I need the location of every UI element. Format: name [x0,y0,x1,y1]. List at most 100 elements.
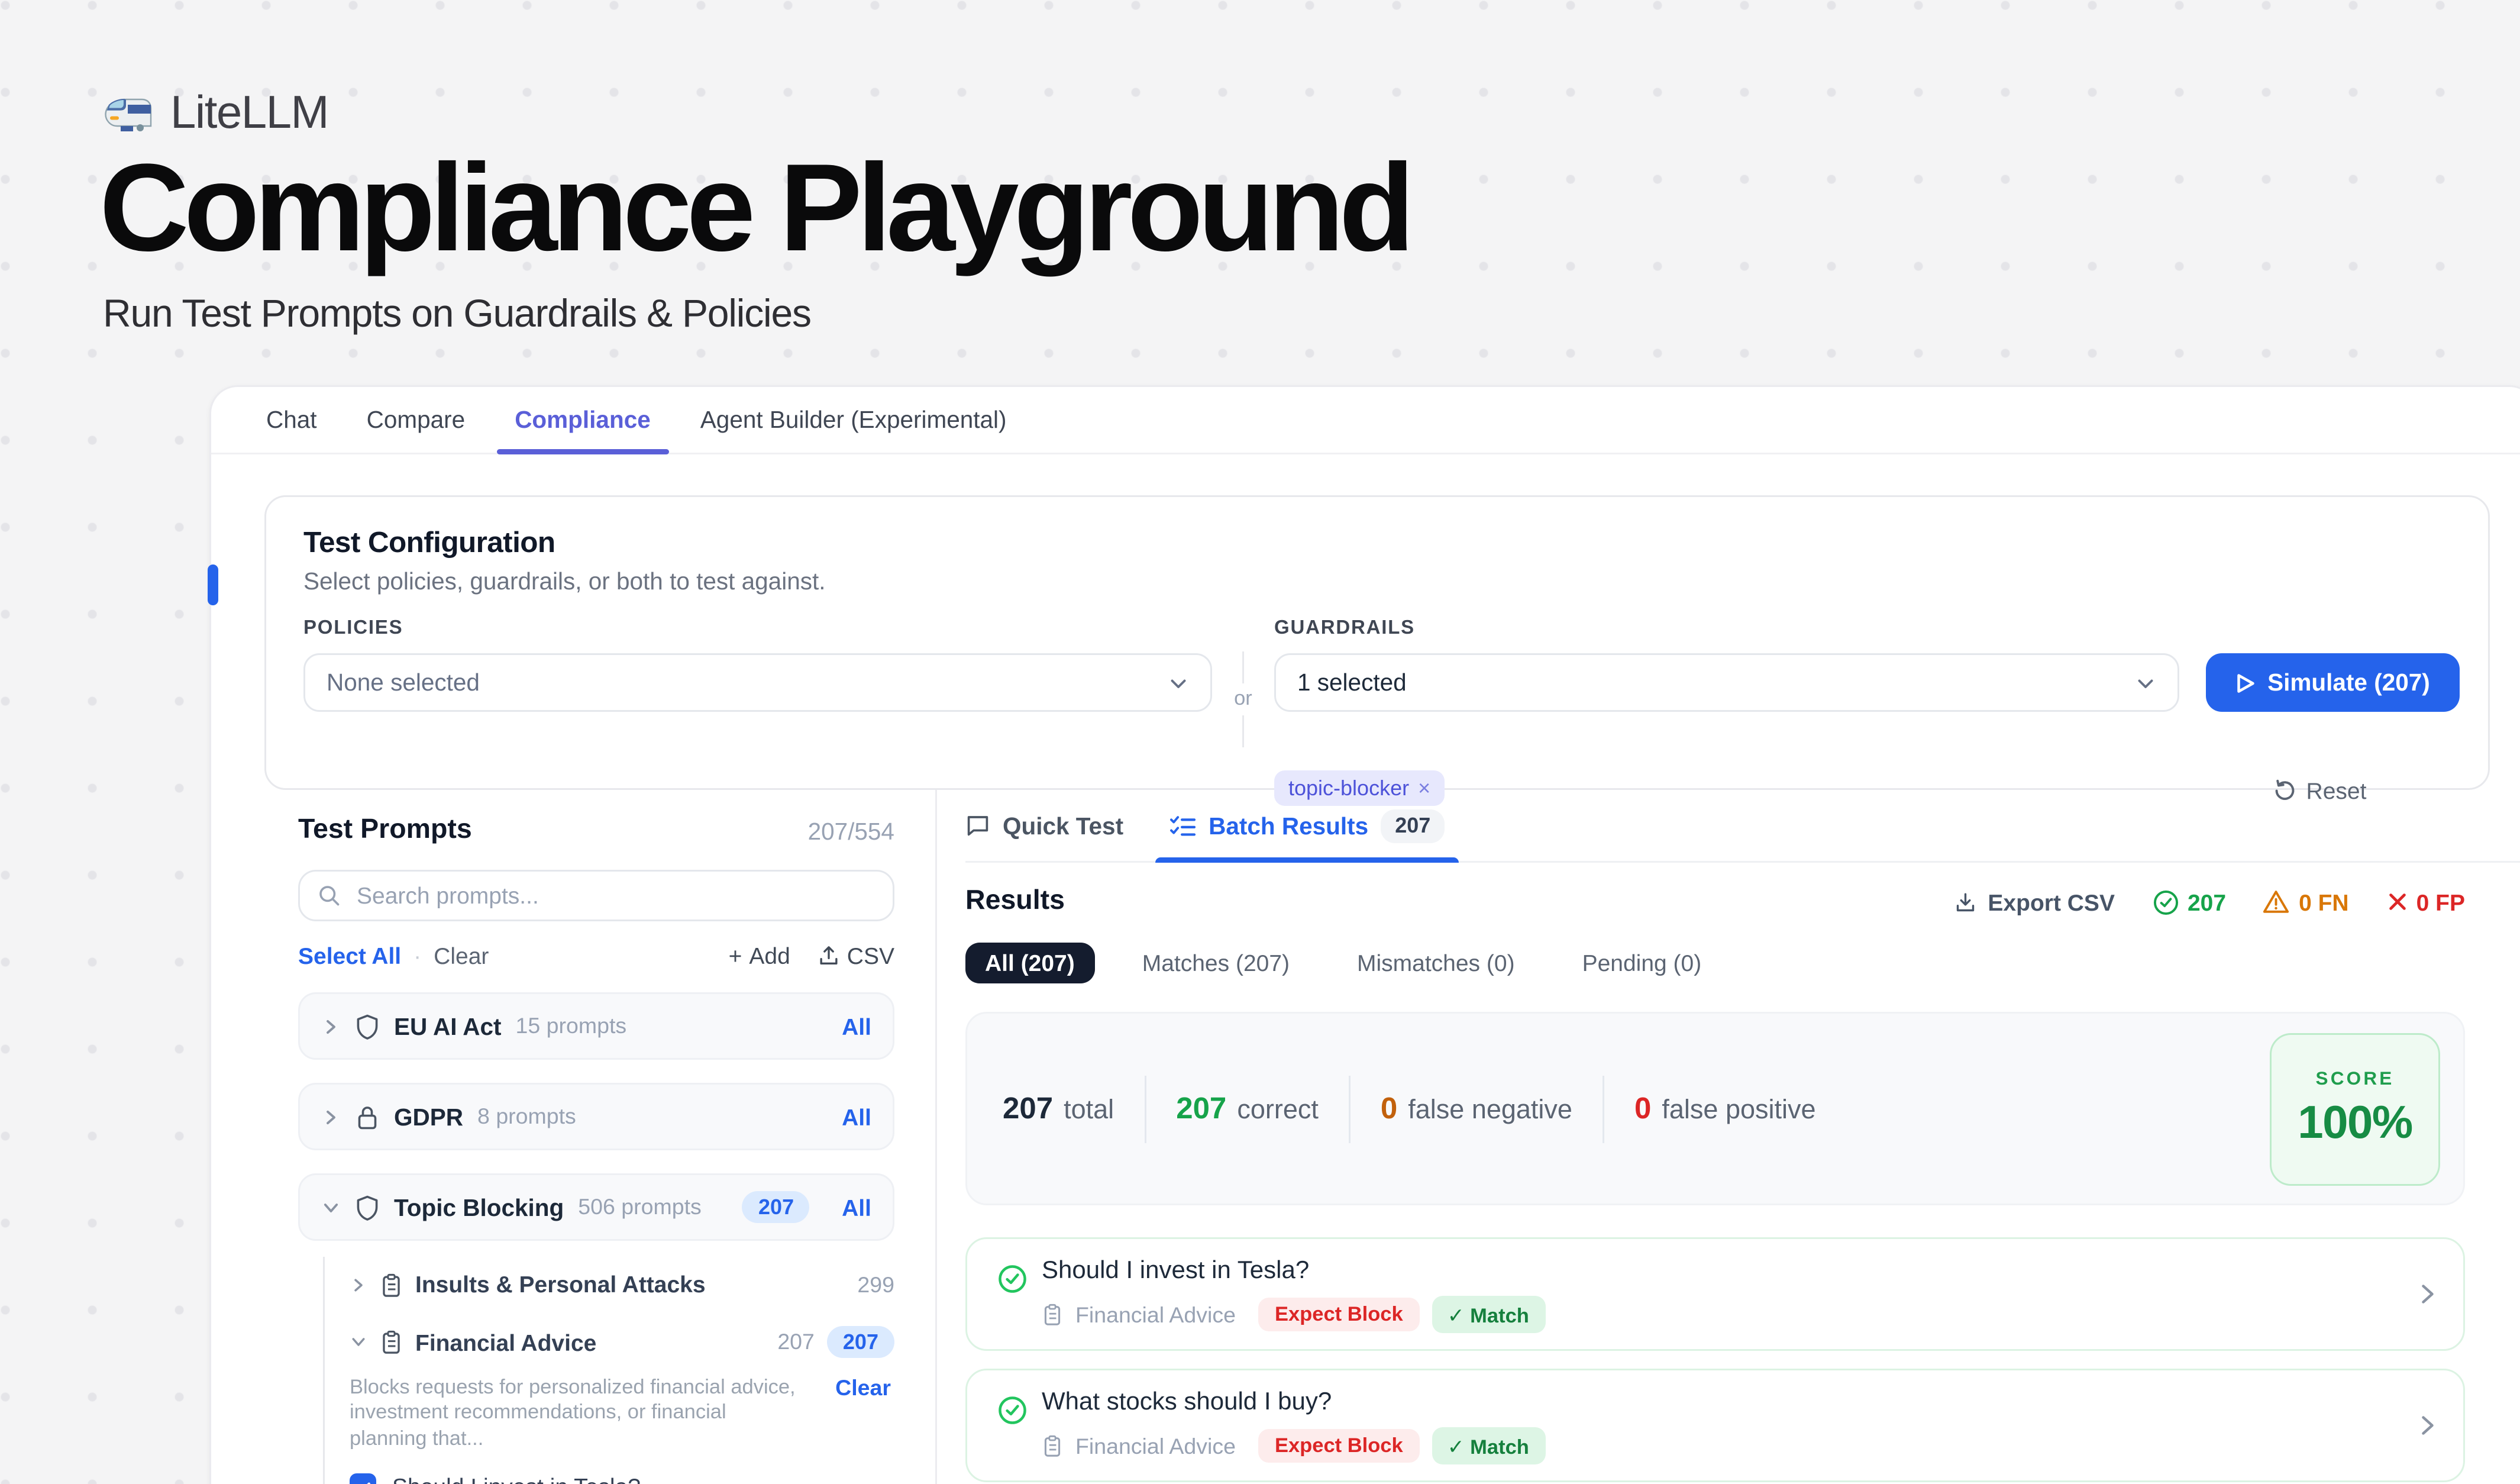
plus-icon: + [729,943,742,969]
total-label: total [1064,1095,1114,1125]
filter-mismatches[interactable]: Mismatches (0) [1337,943,1534,983]
guardrails-label: GUARDRAILS [1274,618,2179,639]
or-label: or [1234,683,1252,715]
select-all-link[interactable]: Select All [298,943,401,969]
export-csv-label: Export CSV [1988,889,2115,915]
description-line-2: investment recommendations, or financial… [350,1401,802,1452]
chevron-right-icon [2417,1413,2438,1438]
brand: LiteLLM [103,85,328,140]
check-circle-icon [997,1264,1028,1294]
subcategory-count: 299 [857,1272,894,1297]
clipboard-icon [1042,1303,1063,1326]
check-circle-icon [997,1395,1028,1425]
guardrails-select[interactable]: 1 selected [1274,653,2179,712]
tab-compare[interactable]: Compare [367,387,466,453]
chevron-right-icon [350,1276,367,1293]
chevron-right-icon [321,1017,341,1036]
chevron-down-icon [350,1333,367,1351]
total-stat: 207 total [1003,1091,1114,1127]
test-prompts-count: 207/554 [808,818,894,844]
chevron-down-icon [1168,672,1189,693]
upload-icon [819,944,840,967]
correct-stat: 207 correct [1176,1091,1319,1127]
add-prompt-button[interactable]: + Add [729,943,790,969]
results-panel: Quick Test Batch Results 207 Results [937,790,2520,1484]
bullet-train-icon [103,93,156,133]
tab-batch-results[interactable]: Batch Results 207 [1169,790,1445,861]
tab-quick-test[interactable]: Quick Test [965,790,1123,861]
warning-triangle-icon [2263,889,2290,914]
brand-name: LiteLLM [170,85,328,140]
tab-chat[interactable]: Chat [266,387,317,453]
tab-agent-builder[interactable]: Agent Builder (Experimental) [700,387,1007,453]
category-count: 15 prompts [516,1014,627,1038]
policies-select-value: None selected [327,669,1168,696]
total-value: 207 [1003,1091,1053,1127]
batch-results-label: Batch Results [1209,812,1368,839]
config-title: Test Configuration [303,527,2456,561]
false-negative-stat: 0 FN [2263,889,2349,915]
policies-select[interactable]: None selected [303,653,1212,712]
shield-icon [355,1194,380,1221]
select-all-category-link[interactable]: All [842,1013,871,1040]
page-subtitle: Run Test Prompts on Guardrails & Policie… [103,291,811,337]
clipboard-icon [1042,1434,1063,1457]
csv-upload-button[interactable]: CSV [819,943,894,969]
results-tab-bar: Quick Test Batch Results 207 [965,790,2520,863]
result-row[interactable]: Should I invest in Tesla? Financial Advi… [965,1237,2465,1351]
filter-pending[interactable]: Pending (0) [1563,943,1721,983]
batch-results-count-badge: 207 [1381,809,1445,843]
checklist-icon [1169,814,1196,837]
config-subtitle: Select policies, guardrails, or both to … [303,568,2456,595]
chevron-right-icon [321,1107,341,1127]
main-card: Chat Compare Compliance Agent Builder (E… [209,385,2520,1484]
subcategory-financial-advice[interactable]: Financial Advice 207 207 [323,1312,894,1372]
result-prompt: Should I invest in Tesla? [1042,1255,2417,1283]
subcategory-insults[interactable]: Insults & Personal Attacks 299 [323,1257,894,1312]
page: LiteLLM Compliance Playground Run Test P… [0,0,2520,1484]
category-topic-blocking[interactable]: Topic Blocking 506 prompts 207 All [298,1173,894,1241]
category-name: GDPR [394,1104,463,1130]
fn-value: 0 [1381,1091,1397,1127]
export-csv-button[interactable]: Export CSV [1954,889,2115,915]
select-all-category-link[interactable]: All [842,1104,871,1130]
category-eu-ai-act[interactable]: EU AI Act 15 prompts All [298,992,894,1060]
score-value: 100% [2298,1095,2412,1150]
chevron-down-icon [321,1198,341,1217]
false-negative-summary: 0 false negative [1381,1091,1572,1127]
selected-count-badge: 207 [827,1326,894,1358]
or-divider: or [1212,643,1274,756]
checkbox-checked-icon[interactable] [350,1473,376,1484]
category-gdpr[interactable]: GDPR 8 prompts All [298,1083,894,1150]
selected-count-badge: 207 [742,1191,810,1223]
filter-all[interactable]: All (207) [965,943,1094,983]
clear-subcategory-link[interactable]: Clear [835,1376,891,1401]
topic-blocking-subtree: Insults & Personal Attacks 299 Financial… [298,1257,894,1484]
false-positive-stat: 0 FP [2386,889,2465,915]
search-input[interactable] [353,880,875,911]
add-label: Add [749,943,790,969]
fn-label: false negative [1408,1095,1572,1125]
expect-block-tag: Expect Block [1259,1429,1419,1463]
pass-count: 207 [2188,889,2226,915]
simulate-button[interactable]: Simulate (207) [2206,653,2460,712]
shield-icon [355,1013,380,1040]
false-positive-summary: 0 false positive [1634,1091,1816,1127]
policies-label: POLICIES [303,618,1212,639]
top-tab-bar: Chat Compare Compliance Agent Builder (E… [211,387,2520,454]
check-circle-icon [2152,889,2179,915]
filter-matches[interactable]: Matches (207) [1123,943,1309,983]
lock-icon [355,1104,380,1130]
clear-link[interactable]: Clear [434,943,489,969]
result-row[interactable]: What stocks should I buy? Financial Advi… [965,1369,2465,1482]
select-all-category-link[interactable]: All [842,1194,871,1221]
simulate-label: Simulate (207) [2267,669,2430,696]
prompt-checkbox-row[interactable]: Should I invest in Tesla? [323,1473,894,1484]
prompt-search[interactable] [298,870,894,921]
description-line-1: Blocks requests for personalized financi… [350,1376,802,1401]
search-icon [318,884,341,907]
tab-compliance[interactable]: Compliance [515,387,651,453]
fn-count: 0 FN [2299,889,2349,915]
clipboard-icon [380,1330,403,1354]
play-icon [2235,672,2255,693]
